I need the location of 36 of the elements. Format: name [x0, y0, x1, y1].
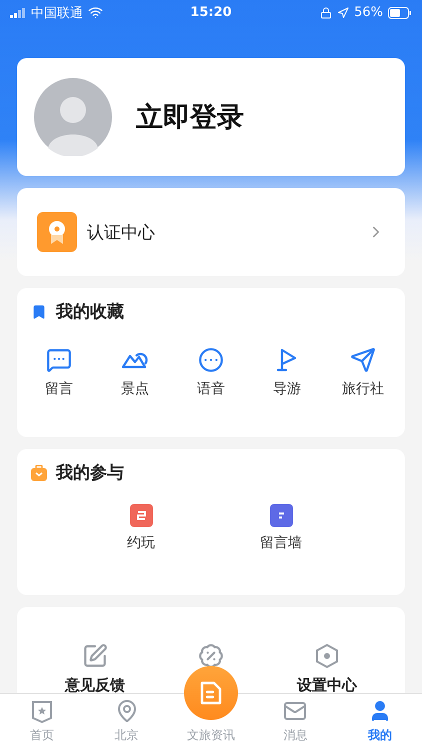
- location-arrow-icon: [337, 6, 350, 18]
- percent-badge-icon: [198, 643, 224, 669]
- edit-icon: [82, 643, 108, 669]
- favorite-item[interactable]: 语音: [197, 380, 225, 398]
- bag-icon: [31, 464, 47, 480]
- settings-icon: [314, 643, 340, 669]
- favorite-item[interactable]: 景点: [121, 380, 149, 398]
- award-icon: [37, 212, 77, 252]
- wifi-icon: [88, 5, 103, 20]
- clock-time: 15:20: [190, 5, 232, 20]
- paper-plane-icon: [350, 347, 376, 373]
- favorite-item[interactable]: 留言: [45, 380, 73, 398]
- favorite-item[interactable]: 旅行社: [342, 380, 384, 398]
- bookmark-icon: [31, 304, 47, 320]
- ellipsis-icon: [198, 347, 224, 373]
- login-link[interactable]: 立即登录: [136, 99, 244, 135]
- message-icon: [46, 347, 72, 373]
- document-icon: [199, 680, 223, 706]
- battery-percent: 56%: [354, 5, 383, 20]
- battery-icon: [388, 6, 412, 18]
- section-title: 我的参与: [56, 462, 124, 484]
- certification-row[interactable]: 认证中心: [17, 188, 405, 276]
- shield-star-icon: [30, 699, 54, 723]
- certification-label: 认证中心: [87, 222, 156, 244]
- tab[interactable]: 我的: [368, 727, 392, 744]
- participation-item[interactable]: 约玩: [127, 534, 155, 552]
- section-title: 我的收藏: [56, 301, 124, 323]
- service-item[interactable]: 意见反馈: [65, 676, 125, 693]
- signal-icon: [10, 8, 26, 18]
- favorite-item[interactable]: 导游: [273, 380, 301, 398]
- rotation-lock-icon: [320, 6, 332, 18]
- participation-item[interactable]: 留言墙: [260, 534, 302, 552]
- mail-icon: [283, 699, 308, 723]
- carrier-name: 中国联通: [31, 4, 83, 22]
- service-item[interactable]: 设置中心: [297, 676, 357, 693]
- news-fab[interactable]: [184, 666, 238, 720]
